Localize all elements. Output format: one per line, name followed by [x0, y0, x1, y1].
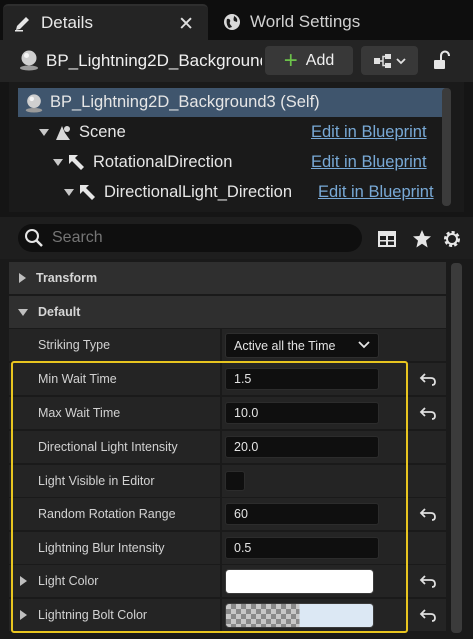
tree-row-scene[interactable]: Scene Edit in Blueprint [39, 118, 446, 147]
column-divider[interactable] [220, 498, 222, 531]
edit-in-blueprint-link[interactable]: Edit in Blueprint [318, 183, 434, 202]
edit-in-blueprint-link[interactable]: Edit in Blueprint [311, 123, 427, 142]
property-row-striking-type: Striking Type Active all the Time [9, 329, 446, 362]
column-divider[interactable] [220, 329, 222, 362]
property-row-random-rotation-range: Random Rotation Range [9, 498, 446, 531]
details-header: BP_Lightning2D_Background3 + Add [0, 40, 473, 82]
tab-details[interactable]: Details ✕ [3, 4, 208, 40]
actor-sphere-icon [20, 50, 38, 71]
directional-light-intensity-input[interactable] [225, 436, 379, 458]
plus-icon: + [283, 46, 298, 74]
column-divider[interactable] [220, 532, 222, 565]
search-input[interactable] [52, 229, 332, 247]
property-label: Directional Light Intensity [38, 440, 178, 454]
actor-sphere-icon [24, 93, 44, 113]
light-color-swatch[interactable] [225, 569, 374, 594]
add-component-button[interactable]: + Add [265, 46, 353, 75]
property-label: Lightning Bolt Color [38, 608, 148, 622]
property-row-min-wait-time: Min Wait Time [9, 363, 446, 396]
light-visible-checkbox[interactable] [225, 471, 245, 491]
collapse-arrow-icon[interactable] [53, 159, 63, 166]
details-pencil-icon [13, 13, 33, 33]
arrow-component-icon [78, 183, 98, 203]
tab-world-settings-label: World Settings [250, 12, 361, 31]
reset-to-default-icon[interactable] [419, 371, 437, 387]
property-row-directional-light-intensity: Directional Light Intensity [9, 431, 446, 464]
table-view-icon[interactable] [377, 229, 397, 249]
dropdown-value: Active all the Time [234, 339, 336, 353]
min-wait-time-input[interactable] [225, 368, 379, 390]
property-row-light-visible-in-editor: Light Visible in Editor [9, 465, 446, 498]
tab-world-settings[interactable]: World Settings [212, 4, 412, 40]
tree-row-label: DirectionalLight_Direction [104, 183, 293, 201]
column-divider[interactable] [220, 599, 222, 632]
tree-row-rotational-direction[interactable]: RotationalDirection Edit in Blueprint [53, 148, 446, 177]
tab-details-label: Details [41, 13, 93, 32]
chevron-down-icon [358, 341, 370, 349]
tree-row-label: RotationalDirection [93, 153, 233, 171]
lightning-bolt-color-swatch[interactable] [225, 603, 374, 628]
edit-in-blueprint-link[interactable]: Edit in Blueprint [311, 153, 427, 172]
column-divider[interactable] [220, 363, 222, 396]
category-label: Default [38, 305, 81, 319]
expand-arrow-icon[interactable] [19, 273, 26, 283]
max-wait-time-input[interactable] [225, 402, 379, 424]
globe-icon [222, 12, 242, 32]
column-divider[interactable] [220, 397, 222, 430]
lock-icon[interactable] [432, 50, 450, 70]
component-tree: BP_Lightning2D_Background3 (Self) Scene … [9, 82, 464, 212]
column-divider[interactable] [220, 565, 222, 598]
tree-row-label: Scene [79, 123, 126, 141]
star-icon[interactable] [412, 229, 432, 249]
search-icon [25, 229, 43, 247]
add-label: Add [305, 51, 335, 69]
blueprint-options-button[interactable] [361, 46, 418, 75]
reset-to-default-icon[interactable] [419, 506, 437, 522]
property-label: Min Wait Time [38, 372, 117, 386]
reset-to-default-icon[interactable] [419, 607, 437, 623]
scene-component-icon [53, 123, 73, 143]
property-label: Random Rotation Range [38, 507, 176, 521]
collapse-arrow-icon[interactable] [39, 129, 49, 136]
reset-to-default-icon[interactable] [419, 405, 437, 421]
property-label: Lightning Blur Intensity [38, 541, 165, 555]
category-label: Transform [36, 271, 98, 285]
expand-arrow-icon[interactable] [20, 576, 27, 586]
column-divider[interactable] [220, 431, 222, 464]
tree-row-directional-light[interactable]: DirectionalLight_Direction Edit in Bluep… [64, 178, 446, 207]
property-row-lightning-bolt-color: Lightning Bolt Color [9, 599, 446, 632]
close-tab-icon[interactable]: ✕ [178, 13, 194, 36]
property-label: Light Visible in Editor [38, 474, 155, 488]
property-label: Striking Type [38, 338, 111, 352]
settings-gear-icon[interactable] [442, 229, 462, 249]
reset-to-default-icon[interactable] [419, 573, 437, 589]
property-row-light-color: Light Color [9, 565, 446, 598]
tree-scrollbar[interactable] [442, 88, 451, 206]
property-scrollbar[interactable] [451, 263, 462, 633]
property-row-lightning-blur-intensity: Lightning Blur Intensity [9, 532, 446, 565]
tree-row-label: BP_Lightning2D_Background3 (Self) [50, 93, 320, 111]
arrow-component-icon [67, 153, 87, 173]
striking-type-dropdown[interactable]: Active all the Time [225, 333, 379, 358]
category-default[interactable]: Default [9, 296, 446, 328]
collapse-arrow-icon[interactable] [18, 308, 28, 316]
random-rotation-range-input[interactable] [225, 503, 379, 525]
property-row-max-wait-time: Max Wait Time [9, 397, 446, 430]
lightning-blur-intensity-input[interactable] [225, 537, 379, 559]
search-row [0, 217, 473, 259]
search-box[interactable] [18, 224, 362, 252]
property-panel: Transform Default Striking Type Active a… [0, 259, 473, 639]
hierarchy-icon [373, 53, 406, 68]
tree-row-self[interactable]: BP_Lightning2D_Background3 (Self) [18, 88, 446, 117]
expand-arrow-icon[interactable] [20, 610, 27, 620]
property-label: Light Color [38, 574, 99, 588]
property-label: Max Wait Time [38, 406, 121, 420]
tab-bar: Details ✕ World Settings [0, 0, 473, 40]
category-transform[interactable]: Transform [9, 262, 446, 294]
column-divider[interactable] [220, 465, 222, 498]
collapse-arrow-icon[interactable] [64, 189, 74, 196]
actor-name: BP_Lightning2D_Background3 [46, 51, 262, 70]
